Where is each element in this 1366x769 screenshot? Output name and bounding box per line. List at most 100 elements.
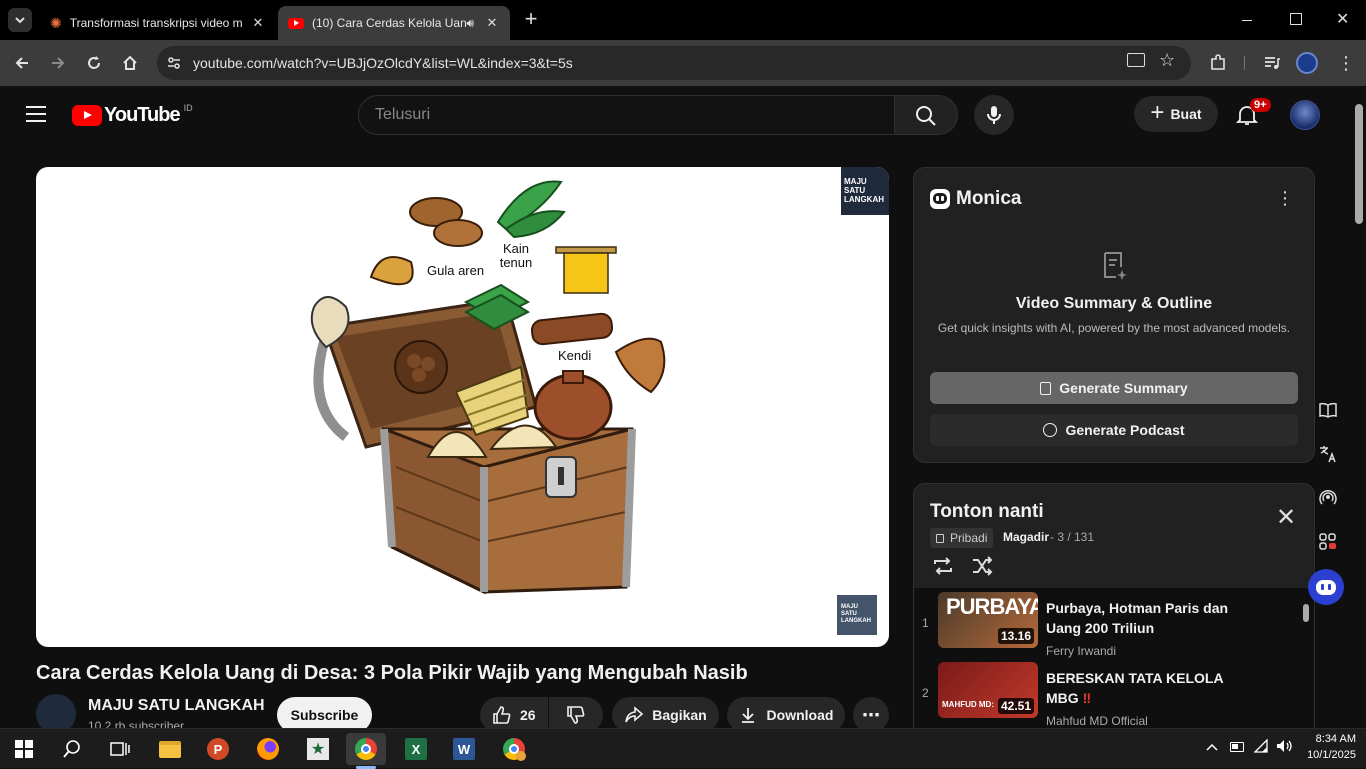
taskbar-search-button[interactable] [52, 733, 92, 765]
playlist-owner[interactable]: Magadir [1003, 530, 1049, 544]
chrome-taskbar[interactable] [346, 733, 386, 765]
voice-search-button[interactable] [974, 95, 1014, 135]
tray-overflow-icon[interactable] [1206, 739, 1218, 751]
loop-icon[interactable] [931, 556, 955, 576]
close-tab-icon[interactable]: ✕ [250, 15, 266, 31]
tab-title: Transformasi transkripsi video m [69, 16, 243, 30]
firefox-taskbar[interactable] [248, 733, 288, 765]
monica-translate-button[interactable] [1313, 439, 1343, 469]
excel-taskbar[interactable]: X [396, 733, 436, 765]
podcast-label: Generate Podcast [1065, 422, 1185, 438]
video-thumbnail[interactable]: PURBAYA 13.16 [938, 592, 1038, 648]
home-button[interactable] [118, 51, 142, 75]
close-playlist-icon[interactable]: ✕ [1276, 506, 1296, 530]
powerpoint-taskbar[interactable]: P [198, 733, 238, 765]
search-input[interactable]: Telusuri [375, 106, 430, 124]
network-icon[interactable] [1253, 738, 1270, 758]
forward-button[interactable] [46, 51, 70, 75]
word-taskbar[interactable]: W [444, 733, 484, 765]
monica-apps-button[interactable] [1313, 527, 1343, 557]
chrome-menu-button[interactable]: ⋮ [1334, 51, 1358, 75]
search-icon [63, 740, 80, 758]
channel-watermark-bottom[interactable]: MAJU SATU LANGKAH [837, 595, 877, 635]
browser-tab-youtube[interactable]: (10) Cara Cerdas Kelola Uan 🔊︎ ✕ [278, 6, 510, 40]
speaker-icon[interactable]: 🔊︎ [466, 16, 474, 31]
video-thumbnail[interactable]: MAHFUD MD: 42.51 [938, 662, 1038, 718]
playlist-item[interactable]: 1 PURBAYA 13.16 Purbaya, Hotman Paris da… [914, 592, 1314, 658]
channel-avatar[interactable] [36, 694, 76, 728]
shuffle-icon[interactable] [971, 556, 995, 576]
item-title[interactable]: Purbaya, Hotman Paris dan Uang 200 Trili… [1046, 598, 1246, 638]
page-scrollbar[interactable] [1352, 86, 1366, 728]
notification-badge: 9+ [1250, 98, 1271, 112]
generate-summary-button[interactable]: Generate Summary [930, 372, 1298, 404]
share-button[interactable]: Bagikan [612, 697, 719, 728]
monica-podcast-button[interactable] [1313, 483, 1343, 513]
back-button[interactable] [10, 51, 34, 75]
task-view-icon [110, 742, 130, 756]
url-text[interactable]: youtube.com/watch?v=UBJjOzOlcdY&list=WL&… [193, 55, 573, 71]
playlist-position: - 3 / 131 [1050, 530, 1095, 544]
search-button[interactable] [894, 95, 958, 135]
chevron-down-icon [15, 17, 25, 24]
address-bar[interactable]: youtube.com/watch?v=UBJjOzOlcdY&list=WL&… [157, 46, 1191, 80]
windows-logo-icon [15, 740, 33, 758]
subscribe-button[interactable]: Subscribe [277, 697, 372, 728]
monica-reader-button[interactable] [1313, 395, 1343, 425]
task-view-button[interactable] [100, 733, 140, 765]
item-channel: Ferry Irwandi [1046, 644, 1117, 658]
close-window-button[interactable]: ✕ [1336, 9, 1349, 29]
tab-search-button[interactable] [8, 8, 32, 32]
more-actions-button[interactable]: ⋯ [853, 697, 889, 728]
account-avatar[interactable] [1290, 100, 1320, 130]
clock-time[interactable]: 8:34 AM [1300, 733, 1356, 745]
hamburger-menu-button[interactable] [26, 106, 46, 122]
like-button[interactable]: 26 [480, 697, 548, 728]
browser-tab-transkripsi[interactable]: ✺ Transformasi transkripsi video m ✕ [40, 6, 276, 40]
profile-avatar[interactable] [1296, 52, 1318, 74]
notifications-button[interactable]: 9+ [1235, 98, 1271, 128]
reload-button[interactable] [82, 51, 106, 75]
create-button[interactable]: + Buat [1134, 96, 1218, 132]
queue-music-icon [1265, 57, 1280, 69]
playlist-item[interactable]: 2 MAHFUD MD: 42.51 BERESKAN TATA KELOLA … [914, 662, 1314, 728]
playlist-scrollbar[interactable] [1303, 604, 1309, 622]
close-tab-icon[interactable]: ✕ [484, 15, 500, 31]
start-button[interactable] [4, 733, 44, 765]
clock-date[interactable]: 10/1/2025 [1300, 749, 1356, 761]
playlist-title[interactable]: Tonton nanti [930, 501, 1044, 523]
generate-podcast-button[interactable]: Generate Podcast [930, 414, 1298, 446]
broadcast-icon [1319, 489, 1337, 505]
item-title-box[interactable]: BERESKAN TATA KELOLA MBG ‼ [1046, 668, 1246, 708]
search-box[interactable]: Telusuri [358, 95, 895, 135]
dislike-button[interactable] [549, 697, 603, 728]
volume-icon[interactable] [1276, 739, 1294, 758]
youtube-logo[interactable]: YouTube ID [72, 103, 193, 126]
media-control-button[interactable] [1260, 51, 1284, 75]
restore-button[interactable] [1290, 13, 1302, 25]
install-app-icon[interactable] [1127, 53, 1145, 67]
thumbnail-text: PURBAYA [946, 594, 1038, 619]
minimize-button[interactable] [1242, 12, 1258, 28]
file-explorer-taskbar[interactable] [150, 733, 190, 765]
battery-icon[interactable] [1230, 742, 1244, 752]
windows-taskbar: P ★ X W 8:34 AM 10/1/2025 [0, 728, 1366, 769]
download-button[interactable]: Download [727, 697, 845, 728]
chrome-profile-taskbar[interactable] [494, 733, 534, 765]
monica-more-icon[interactable]: ⋮ [1276, 188, 1294, 209]
monica-title: Monica [956, 188, 1022, 209]
monica-launcher-button[interactable] [1308, 569, 1344, 605]
video-player[interactable]: Gula aren Kain tenun Kendi MAJU SATU LAN… [36, 167, 889, 647]
new-tab-button[interactable]: + [520, 8, 542, 32]
excel-icon: X [405, 738, 427, 760]
extensions-button[interactable] [1206, 51, 1230, 75]
youtube-play-icon [72, 104, 102, 126]
monica-logo-icon [930, 189, 950, 209]
label-gula-aren: Gula aren [427, 263, 485, 278]
monica-heading: Video Summary & Outline [1015, 295, 1213, 312]
site-settings-icon[interactable] [166, 55, 182, 71]
browser-tab-strip: ✺ Transformasi transkripsi video m ✕ (10… [0, 0, 1366, 40]
pinned-app-taskbar[interactable]: ★ [298, 733, 338, 765]
bookmark-star-icon[interactable]: ☆ [1159, 50, 1175, 71]
channel-name[interactable]: MAJU SATU LANGKAH [88, 697, 265, 715]
